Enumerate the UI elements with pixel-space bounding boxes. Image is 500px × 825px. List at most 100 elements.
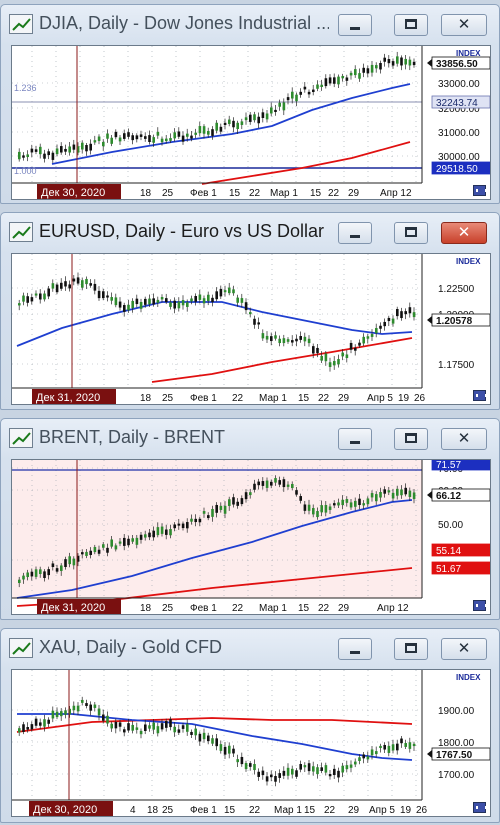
candle-body bbox=[156, 131, 160, 136]
candle-body bbox=[135, 727, 139, 730]
candle-body bbox=[354, 500, 357, 507]
candle-body bbox=[76, 277, 80, 284]
date-tick-label: Апр 12 bbox=[380, 188, 412, 199]
chart-window-brent[interactable]: BRENT, Daily - BRENT ✕ INDEX70.0060.0050… bbox=[0, 418, 500, 620]
candle-body bbox=[274, 478, 277, 483]
candle-body bbox=[135, 135, 139, 140]
candle-body bbox=[286, 97, 290, 101]
candle-body bbox=[89, 143, 92, 151]
chart-window-eurusd[interactable]: EURUSD, Daily - Euro vs US Dollar ✕ INDE… bbox=[0, 212, 500, 410]
chart-shift-icon[interactable] bbox=[473, 390, 487, 401]
date-tick-label: 15 bbox=[298, 393, 310, 404]
maximize-button[interactable] bbox=[394, 14, 428, 36]
candle-body bbox=[375, 494, 378, 502]
price-tick-label: 1800.00 bbox=[438, 738, 475, 749]
title-bar[interactable]: EURUSD, Daily - Euro vs US Dollar ✕ bbox=[1, 213, 499, 253]
candle-body bbox=[333, 77, 336, 84]
price-chart-area[interactable]: 1.236 1.000 INDEX 33000.00 32000.00 31000.00 3… bbox=[11, 45, 491, 200]
date-tick-label: 15 bbox=[304, 805, 316, 816]
close-button[interactable]: ✕ bbox=[441, 14, 487, 36]
candle-body bbox=[72, 144, 76, 150]
candle-body bbox=[333, 361, 336, 366]
maximize-icon bbox=[405, 227, 417, 238]
candle-body bbox=[110, 137, 113, 144]
chart-window-xau[interactable]: XAU, Daily - Gold CFD ✕ INDEX 1900.00 1800… bbox=[0, 628, 500, 823]
price-chart-area[interactable]: INDEX1.225001.200001.175001.205781825Фев… bbox=[11, 253, 491, 405]
date-tick-label: 22 bbox=[232, 603, 244, 614]
candle-body bbox=[274, 109, 277, 113]
candle-body bbox=[223, 290, 227, 293]
date-tick-label: Мар 1 bbox=[274, 805, 302, 816]
price-chart-area[interactable]: INDEX70.0060.0050.0071.5766.1255.1451.67… bbox=[11, 459, 491, 615]
candle-body bbox=[186, 723, 189, 732]
candle-body bbox=[408, 307, 412, 314]
candle-body bbox=[127, 304, 130, 311]
candle-body bbox=[148, 135, 151, 142]
close-button[interactable]: ✕ bbox=[441, 222, 487, 244]
candle-body bbox=[110, 297, 113, 301]
candle-body bbox=[270, 774, 273, 778]
candle-body bbox=[408, 742, 412, 749]
candle-body bbox=[68, 556, 71, 565]
candle-body bbox=[131, 724, 134, 731]
candle-body bbox=[177, 729, 181, 733]
candle-body bbox=[43, 719, 46, 727]
close-button[interactable]: ✕ bbox=[441, 638, 487, 660]
candle-body bbox=[89, 283, 92, 286]
candle-body bbox=[274, 335, 277, 339]
maximize-icon bbox=[405, 19, 417, 30]
date-tick-label: Фев 1 bbox=[190, 805, 217, 816]
candle-body bbox=[43, 293, 46, 300]
candle-body bbox=[211, 738, 214, 744]
candle-body bbox=[400, 738, 403, 744]
candle-body bbox=[219, 505, 223, 510]
window-title: EURUSD, Daily - Euro vs US Dollar bbox=[39, 221, 325, 241]
title-bar[interactable]: BRENT, Daily - BRENT ✕ bbox=[1, 419, 499, 459]
price-chart-area[interactable]: INDEX 1900.00 1800.00 1700.00 1767.50 4 18 25 Фе… bbox=[11, 669, 491, 817]
candle-body bbox=[236, 297, 239, 303]
candle-body bbox=[139, 301, 143, 309]
candle-body bbox=[160, 526, 164, 534]
maximize-button[interactable] bbox=[394, 428, 428, 450]
title-bar[interactable]: DJIA, Daily - Dow Jones Industrial ... ✕ bbox=[1, 5, 499, 45]
candle-body bbox=[249, 763, 252, 767]
cursor-date-label: Дек 30, 2020 bbox=[33, 804, 97, 816]
chart-window-djia[interactable]: DJIA, Daily - Dow Jones Industrial ... ✕… bbox=[0, 4, 500, 204]
maximize-button[interactable] bbox=[394, 222, 428, 244]
candle-body bbox=[190, 731, 193, 735]
candle-body bbox=[156, 726, 160, 734]
chart-shift-icon[interactable] bbox=[473, 600, 487, 611]
title-bar[interactable]: XAU, Daily - Gold CFD ✕ bbox=[1, 629, 499, 669]
date-tick-label: 25 bbox=[162, 805, 174, 816]
date-tick-label: Апр 5 bbox=[367, 393, 393, 404]
date-tick-label: 22 bbox=[318, 393, 330, 404]
chart-shift-icon[interactable] bbox=[473, 185, 487, 196]
candle-body bbox=[34, 718, 38, 726]
candle-body bbox=[391, 318, 395, 324]
date-tick-label: 29 bbox=[348, 188, 360, 199]
candle-body bbox=[341, 499, 344, 506]
candle-body bbox=[202, 126, 206, 134]
candle-body bbox=[135, 537, 139, 545]
candle-body bbox=[253, 318, 256, 325]
minimize-button[interactable] bbox=[338, 428, 372, 450]
candle-body bbox=[303, 765, 307, 768]
minimize-button[interactable] bbox=[338, 638, 372, 660]
minimize-button[interactable] bbox=[338, 222, 372, 244]
candle-body bbox=[303, 504, 307, 511]
candle-body bbox=[85, 278, 88, 285]
candle-body bbox=[291, 340, 294, 343]
minimize-icon bbox=[350, 650, 360, 654]
candle-body bbox=[118, 137, 122, 142]
close-button[interactable]: ✕ bbox=[441, 428, 487, 450]
chart-shift-icon[interactable] bbox=[473, 802, 487, 813]
minimize-button[interactable] bbox=[338, 14, 372, 36]
date-tick-label: 25 bbox=[162, 603, 174, 614]
candle-body bbox=[400, 311, 403, 319]
candle-body bbox=[328, 506, 332, 510]
maximize-button[interactable] bbox=[394, 638, 428, 660]
candle-body bbox=[34, 293, 38, 296]
candle-body bbox=[354, 347, 357, 351]
candle-body bbox=[337, 359, 340, 365]
date-tick-label: 29 bbox=[338, 603, 350, 614]
